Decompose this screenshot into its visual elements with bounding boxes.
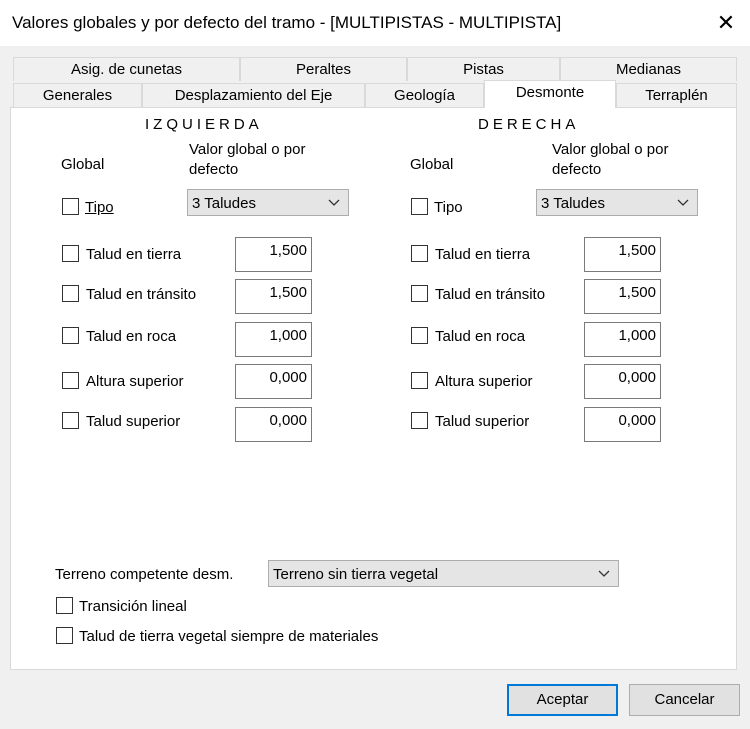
tab-desmonte[interactable]: Desmonte xyxy=(484,80,616,108)
left-talud-roca-label: Talud en roca xyxy=(86,328,177,345)
left-talud-transito-label: Talud en tránsito xyxy=(86,286,197,303)
right-talud-roca-label: Talud en roca xyxy=(435,328,526,345)
right-talud-transito-input[interactable]: 1,500 xyxy=(584,279,661,314)
terreno-select[interactable]: Terreno sin tierra vegetal xyxy=(268,560,619,587)
right-value-label-2: defecto xyxy=(552,161,602,178)
right-talud-roca-checkbox[interactable] xyxy=(411,327,428,344)
left-value-label-2: defecto xyxy=(189,161,239,178)
right-altura-superior-label: Altura superior xyxy=(435,373,533,390)
talud-vegetal-label: Talud de tierra vegetal siempre de mater… xyxy=(79,628,379,645)
right-value-label-1: Valor global o por xyxy=(552,141,669,158)
tab-asig-cunetas[interactable]: Asig. de cunetas xyxy=(13,57,240,81)
tab-pistas[interactable]: Pistas xyxy=(407,57,560,81)
transicion-lineal-label: Transición lineal xyxy=(79,598,187,615)
cancel-button[interactable]: Cancelar xyxy=(629,684,740,716)
tab-generales[interactable]: Generales xyxy=(13,83,142,107)
left-altura-superior-label: Altura superior xyxy=(86,373,184,390)
right-talud-superior-checkbox[interactable] xyxy=(411,412,428,429)
left-talud-transito-input[interactable]: 1,500 xyxy=(235,279,312,314)
left-tipo-value: 3 Taludes xyxy=(192,195,256,212)
tab-terraplen[interactable]: Terraplén xyxy=(616,83,737,107)
right-global-label: Global xyxy=(410,156,454,173)
right-talud-superior-input[interactable]: 0,000 xyxy=(584,407,661,442)
right-tipo-checkbox[interactable] xyxy=(411,198,428,215)
left-talud-roca-input[interactable]: 1,000 xyxy=(235,322,312,357)
tab-geologia[interactable]: Geología xyxy=(365,83,484,107)
right-tipo-select[interactable]: 3 Taludes xyxy=(536,189,698,216)
right-tipo-value: 3 Taludes xyxy=(541,195,605,212)
chevron-down-icon xyxy=(677,199,689,206)
window-title: Valores globales y por defecto del tramo… xyxy=(12,13,562,32)
left-value-label-1: Valor global o por xyxy=(189,141,306,158)
right-talud-tierra-checkbox[interactable] xyxy=(411,245,428,262)
right-header: DERECHA xyxy=(478,116,580,133)
terreno-value: Terreno sin tierra vegetal xyxy=(273,566,439,583)
right-talud-transito-label: Talud en tránsito xyxy=(435,286,546,303)
left-altura-superior-input[interactable]: 0,000 xyxy=(235,364,312,399)
right-talud-tierra-input[interactable]: 1,500 xyxy=(584,237,661,272)
tab-peraltes[interactable]: Peraltes xyxy=(240,57,407,81)
right-altura-superior-input[interactable]: 0,000 xyxy=(584,364,661,399)
terreno-label: Terreno competente desm. xyxy=(55,566,234,583)
left-talud-tierra-label: Talud en tierra xyxy=(86,246,182,263)
left-talud-superior-checkbox[interactable] xyxy=(62,412,79,429)
tab-desplazamiento-eje[interactable]: Desplazamiento del Eje xyxy=(142,83,365,107)
left-tipo-label: Tipo xyxy=(85,199,114,216)
accept-button[interactable]: Aceptar xyxy=(507,684,618,716)
right-talud-tierra-label: Talud en tierra xyxy=(435,246,531,263)
left-global-label: Global xyxy=(61,156,105,173)
tab-medianas[interactable]: Medianas xyxy=(560,57,737,81)
left-altura-superior-checkbox[interactable] xyxy=(62,372,79,389)
left-talud-roca-checkbox[interactable] xyxy=(62,327,79,344)
chevron-down-icon xyxy=(328,199,340,206)
left-talud-tierra-input[interactable]: 1,500 xyxy=(235,237,312,272)
left-tipo-checkbox[interactable] xyxy=(62,198,79,215)
title-bar: Valores globales y por defecto del tramo… xyxy=(0,0,750,46)
left-tipo-select[interactable]: 3 Taludes xyxy=(187,189,349,216)
left-talud-tierra-checkbox[interactable] xyxy=(62,245,79,262)
transicion-lineal-checkbox[interactable] xyxy=(56,597,73,614)
right-altura-superior-checkbox[interactable] xyxy=(411,372,428,389)
left-talud-superior-input[interactable]: 0,000 xyxy=(235,407,312,442)
left-header: IZQUIERDA xyxy=(145,116,263,133)
right-tipo-label: Tipo xyxy=(434,199,463,216)
right-talud-roca-input[interactable]: 1,000 xyxy=(584,322,661,357)
left-talud-transito-checkbox[interactable] xyxy=(62,285,79,302)
talud-vegetal-checkbox[interactable] xyxy=(56,627,73,644)
right-talud-superior-label: Talud superior xyxy=(435,413,530,430)
left-talud-superior-label: Talud superior xyxy=(86,413,181,430)
chevron-down-icon xyxy=(598,570,610,577)
right-talud-transito-checkbox[interactable] xyxy=(411,285,428,302)
close-icon[interactable]: ✕ xyxy=(702,0,750,46)
